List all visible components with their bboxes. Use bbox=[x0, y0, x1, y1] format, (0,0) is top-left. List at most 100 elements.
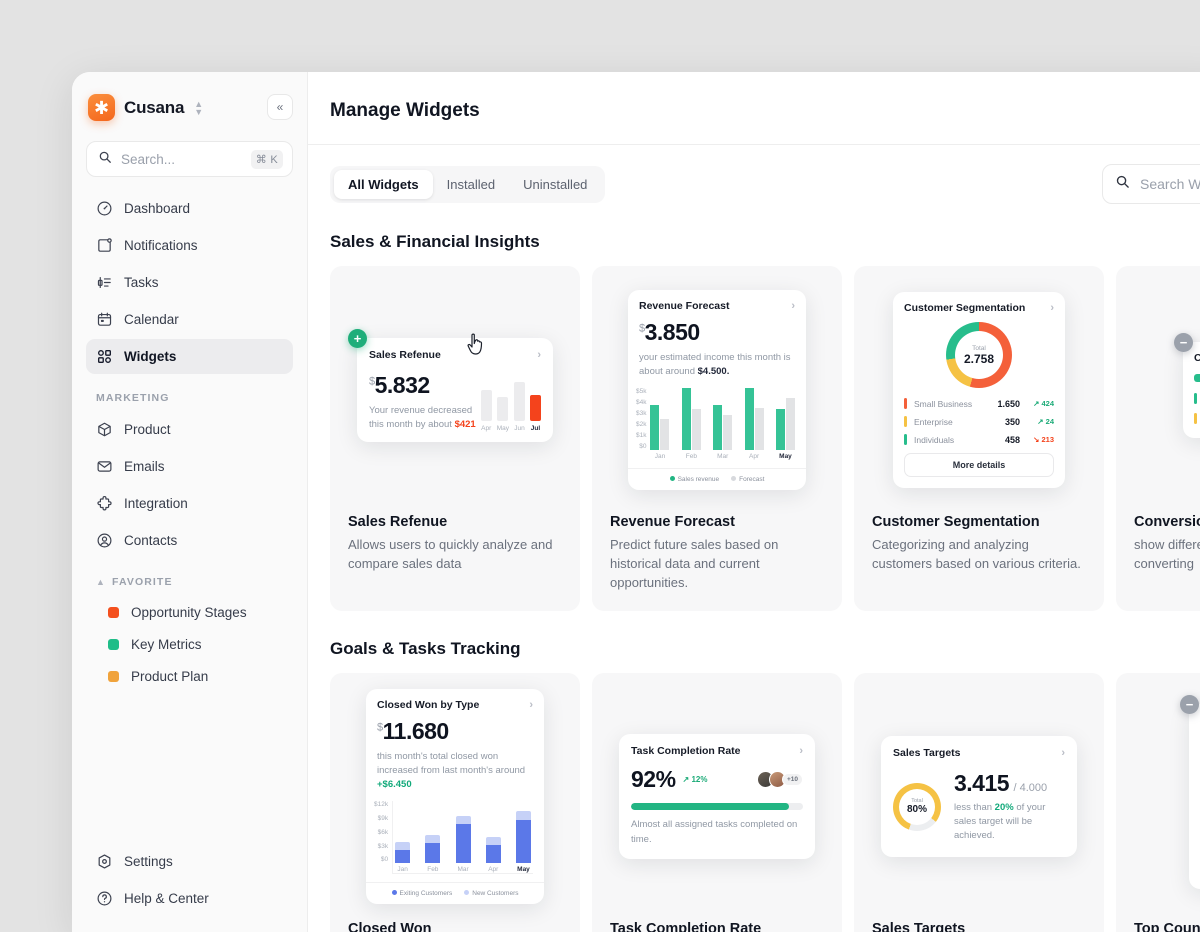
chevron-right-icon[interactable]: › bbox=[799, 745, 803, 757]
sidebar-item-label: Opportunity Stages bbox=[131, 605, 247, 620]
segment-value: 350 bbox=[1005, 417, 1020, 427]
tasks-icon bbox=[96, 274, 113, 291]
mini-widget-value: $11.680 bbox=[377, 718, 533, 745]
target-value: 3.415 bbox=[954, 770, 1009, 796]
widget-row-sales: + Sales Refenue › $5.832 Your revenue de… bbox=[330, 266, 1200, 611]
sidebar-item-opportunity-stages[interactable]: Opportunity Stages bbox=[96, 596, 293, 628]
chevron-up-icon: ▲ bbox=[96, 577, 106, 587]
donut-chart: Total 2.758 bbox=[904, 322, 1054, 388]
color-swatch-icon bbox=[108, 671, 119, 682]
y-tick: $0 bbox=[374, 856, 388, 863]
segment-row: Small Business 1.650 ↗ 424 bbox=[904, 398, 1054, 409]
split-bar-chart bbox=[1194, 374, 1200, 382]
chevron-right-icon[interactable]: › bbox=[537, 349, 541, 361]
mini-widget-top-countries: − Top 5 Countries › 64.45 Most of emp US… bbox=[1189, 704, 1200, 889]
sidebar-item-widgets[interactable]: Widgets bbox=[86, 339, 293, 374]
calendar-icon bbox=[96, 311, 113, 328]
sidebar-item-label: Widgets bbox=[124, 349, 176, 364]
bar-series-1 bbox=[692, 409, 701, 450]
sidebar-item-contacts[interactable]: Contacts bbox=[86, 523, 293, 558]
chevron-right-icon[interactable]: › bbox=[1050, 302, 1054, 314]
page-header: Manage Widgets bbox=[308, 72, 1200, 145]
legend-item: Forecast bbox=[731, 476, 764, 483]
sidebar-section-marketing: MARKETING bbox=[72, 376, 307, 412]
sidebar-item-integration[interactable]: Integration bbox=[86, 486, 293, 521]
sidebar-item-key-metrics[interactable]: Key Metrics bbox=[96, 628, 293, 660]
rate-row: 75.3% ↗ bbox=[1194, 391, 1200, 406]
mini-widget-customer-segmentation: Customer Segmentation › Total 2.758 bbox=[893, 292, 1065, 488]
question-circle-icon bbox=[96, 890, 113, 907]
rate-row: 24.7% ↘ bbox=[1194, 411, 1200, 426]
sidebar-item-notifications[interactable]: Notifications bbox=[86, 228, 293, 263]
tab-installed[interactable]: Installed bbox=[433, 170, 509, 199]
user-circle-icon bbox=[96, 532, 113, 549]
widget-search-input[interactable]: Search Widgets bbox=[1102, 164, 1200, 204]
sidebar-item-label: Settings bbox=[124, 854, 173, 869]
subtext-emphasis: $4.500. bbox=[698, 366, 730, 377]
mini-widget-title: Sales Targets bbox=[893, 747, 961, 759]
widget-card-customer-segmentation[interactable]: Customer Segmentation › Total 2.758 bbox=[854, 266, 1104, 611]
trend-up-icon: ↗ 12% bbox=[683, 775, 708, 784]
widget-card-closed-won[interactable]: Closed Won by Type › $11.680 this month'… bbox=[330, 673, 580, 932]
mini-widget-title: Closed Won by Type bbox=[377, 699, 479, 711]
widget-card-top-countries[interactable]: − Top 5 Countries › 64.45 Most of emp US… bbox=[1116, 673, 1200, 932]
asterisk-icon: ✱ bbox=[88, 94, 115, 121]
search-shortcut: ⌘ K bbox=[251, 150, 283, 169]
segment-row: Individuals 458 ↘ 213 bbox=[904, 434, 1054, 445]
sidebar-item-label: Product bbox=[124, 422, 171, 437]
sidebar-item-tasks[interactable]: Tasks bbox=[86, 265, 293, 300]
bar-new bbox=[456, 816, 471, 824]
sidebar-section-favorite[interactable]: ▲ FAVORITE bbox=[72, 560, 307, 596]
more-details-button[interactable]: More details bbox=[904, 453, 1054, 477]
widget-card-sales-targets[interactable]: Sales Targets › Total 80% bbox=[854, 673, 1104, 932]
grouped-bar-chart: $5k $4k $3k $2k $1k $0 bbox=[628, 379, 806, 460]
sidebar-item-emails[interactable]: Emails bbox=[86, 449, 293, 484]
sidebar-item-product[interactable]: Product bbox=[86, 412, 293, 447]
sidebar-item-label: Calendar bbox=[124, 312, 179, 327]
segment-delta: ↘ 213 bbox=[1020, 435, 1054, 444]
y-tick: $1k bbox=[636, 432, 646, 439]
segment-value: 458 bbox=[1005, 435, 1020, 445]
sidebar-item-dashboard[interactable]: Dashboard bbox=[86, 191, 293, 226]
sidebar-item-help-center[interactable]: Help & Center bbox=[86, 881, 293, 916]
remove-widget-button[interactable]: − bbox=[1180, 695, 1199, 714]
bar-existing bbox=[516, 820, 531, 863]
sidebar-item-calendar[interactable]: Calendar bbox=[86, 302, 293, 337]
y-tick: $9k bbox=[374, 815, 388, 822]
bar-series-0 bbox=[745, 388, 754, 450]
search-icon bbox=[1115, 174, 1130, 194]
y-tick: $4k bbox=[636, 399, 646, 406]
x-tick: Apr bbox=[486, 866, 501, 873]
sidebar-item-label: Product Plan bbox=[131, 669, 208, 684]
mini-widget-header: Sales Refenue › bbox=[369, 349, 541, 361]
x-tick: May bbox=[776, 453, 795, 460]
sidebar-item-settings[interactable]: Settings bbox=[86, 844, 293, 879]
widget-card-task-completion-rate[interactable]: Task Completion Rate › 92% ↗ 12% +10 bbox=[592, 673, 842, 932]
search-input[interactable]: Search... ⌘ K bbox=[86, 141, 293, 177]
subtext-lead: less than bbox=[954, 802, 995, 813]
sidebar-collapse-button[interactable]: « bbox=[267, 94, 293, 120]
mini-widget-header: Customer Segmentation › bbox=[904, 302, 1054, 314]
remove-widget-button[interactable]: − bbox=[1174, 333, 1193, 352]
add-widget-button[interactable]: + bbox=[348, 329, 367, 348]
chevron-updown-icon[interactable]: ▲▼ bbox=[194, 100, 203, 116]
completion-footer: Almost all assigned tasks completed on t… bbox=[631, 818, 803, 847]
bar-new bbox=[486, 837, 501, 845]
toolbar: All Widgets Installed Uninstalled Search… bbox=[308, 145, 1200, 204]
mini-widget-value: $5.832 bbox=[369, 372, 479, 399]
widget-card-conversion-rate[interactable]: − Conversion Rate › 75.3% bbox=[1116, 266, 1200, 611]
widget-card-revenue-forecast[interactable]: Revenue Forecast › $3.850 your estimated… bbox=[592, 266, 842, 611]
gauge-icon bbox=[96, 200, 113, 217]
sidebar-item-product-plan[interactable]: Product Plan bbox=[96, 660, 293, 692]
chevron-right-icon[interactable]: › bbox=[1061, 747, 1065, 759]
gauge-center-value: 80% bbox=[907, 804, 927, 815]
tab-all-widgets[interactable]: All Widgets bbox=[334, 170, 433, 199]
x-tick: Apr bbox=[745, 453, 764, 460]
bar-series-0 bbox=[713, 405, 722, 450]
bar-new bbox=[395, 842, 410, 850]
chevron-right-icon[interactable]: › bbox=[529, 699, 533, 711]
sidebar-item-label: Help & Center bbox=[124, 891, 209, 906]
chevron-right-icon[interactable]: › bbox=[791, 300, 795, 312]
tab-uninstalled[interactable]: Uninstalled bbox=[509, 170, 601, 199]
widget-card-sales-refenue[interactable]: + Sales Refenue › $5.832 Your revenue de… bbox=[330, 266, 580, 611]
